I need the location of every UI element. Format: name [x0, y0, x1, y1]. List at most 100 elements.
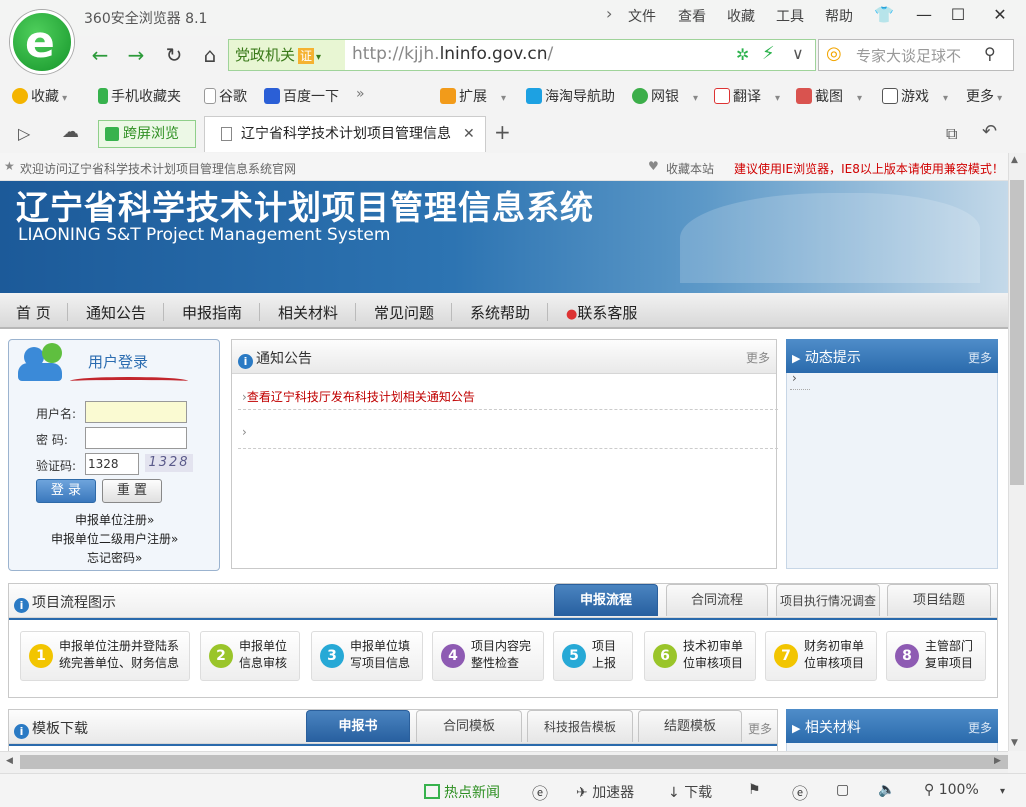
more-bookmarks-icon[interactable]: » [356, 86, 365, 102]
zoom-control[interactable]: ⚲ 100% [924, 782, 979, 798]
step-number: 1 [29, 644, 53, 668]
menu-file[interactable]: 文件 [628, 6, 656, 26]
register-subuser-link[interactable]: 申报单位二级用户注册» [51, 530, 178, 547]
password-field[interactable] [85, 427, 187, 449]
ribbon-decoration [70, 377, 188, 385]
ext-ebank[interactable]: 网银 ▾ [632, 86, 698, 106]
browser-logo-icon[interactable]: e [10, 10, 74, 74]
register-link[interactable]: 申报单位注册» [75, 511, 154, 528]
captcha-label: 验证码: [36, 459, 77, 473]
extensions-button[interactable]: 扩展 ▾ [440, 86, 506, 106]
nav-home[interactable]: 首 页 [16, 302, 51, 323]
more-extensions[interactable]: 更多 ▾ [966, 86, 1002, 106]
related-more-link[interactable]: 更多 [968, 719, 992, 736]
ext-games[interactable]: 游戏 ▾ [882, 86, 948, 106]
tab-execution-survey[interactable]: 项目执行情况调查 [776, 584, 880, 616]
compat-mode-icon[interactable]: ✲ [736, 45, 749, 64]
nav-faq[interactable]: 常见问题 [374, 302, 434, 323]
status-bar [0, 773, 1026, 807]
tab-contract-flow[interactable]: 合同流程 [666, 584, 768, 616]
list-item[interactable]: › [242, 425, 247, 439]
scroll-left-icon[interactable]: ◀ [6, 756, 13, 766]
horizontal-scroll-thumb[interactable] [20, 755, 1008, 769]
url-text[interactable]: http://kjjh.lninfo.gov.cn/ [352, 44, 553, 64]
bookmark-site-link[interactable]: 收藏本站 [666, 160, 714, 177]
cloud-icon[interactable]: ☁ [62, 122, 79, 142]
tab-contract-template[interactable]: 合同模板 [416, 710, 522, 742]
bookmark-baidu[interactable]: 百度一下 [264, 86, 339, 106]
speed-mode-icon[interactable]: ⚡ [762, 43, 775, 64]
accelerator-button[interactable]: ✈ 加速器 [576, 782, 634, 802]
bookmark-favorites[interactable]: 收藏 ▾ [12, 86, 67, 106]
scroll-up-icon[interactable]: ▲ [1011, 155, 1018, 165]
nav-contact[interactable]: ●联系客服 [566, 302, 637, 323]
scroll-down-icon[interactable]: ▼ [1011, 738, 1018, 748]
browser-mode-icon[interactable]: ⓔ [532, 780, 548, 804]
menu-favorites[interactable]: 收藏 [727, 6, 755, 26]
zone-indicator[interactable]: 党政机关证 ▾ [229, 40, 345, 70]
minimize-button[interactable]: — [908, 3, 940, 27]
sidebar-toggle-icon[interactable]: ▷ [18, 124, 30, 143]
templates-more-link[interactable]: 更多 [748, 720, 772, 737]
sound-icon[interactable]: 🔈 [878, 782, 895, 798]
close-button[interactable]: ✕ [984, 3, 1016, 27]
forgot-password-link[interactable]: 忘记密码» [87, 549, 142, 566]
back-button[interactable]: ← [84, 40, 116, 70]
nav-help[interactable]: 系统帮助 [470, 302, 530, 323]
hot-news-button[interactable]: 热点新闻 [424, 782, 500, 802]
undo-close-icon[interactable]: ↶ [982, 121, 997, 142]
tab-application-form[interactable]: 申报书 [306, 710, 410, 742]
ext-translate[interactable]: 翻译 ▾ [714, 86, 780, 106]
download-button[interactable]: ↓ 下载 [668, 782, 712, 802]
vertical-scroll-thumb[interactable] [1010, 180, 1024, 485]
login-button[interactable]: 登 录 [36, 479, 96, 503]
notice-more-link[interactable]: 更多 [746, 349, 770, 366]
search-input[interactable]: 专家大谈足球不 [856, 45, 961, 66]
flag-icon[interactable]: ⚑ [748, 782, 761, 798]
menu-view[interactable]: 查看 [678, 6, 706, 26]
tab-active[interactable]: 辽宁省科学技术计划项目管理信息 ✕ [204, 116, 486, 152]
banner-title: 辽宁省科学技术计划项目管理信息系统 [16, 188, 594, 227]
notice-title: 通知公告 [256, 351, 312, 367]
list-item[interactable]: ›查看辽宁科技厅发布科技计划相关通知公告 [242, 388, 475, 405]
zoom-dropdown-icon[interactable]: ▾ [1000, 786, 1005, 797]
home-button[interactable]: ⌂ [194, 40, 226, 70]
reset-button[interactable]: 重 置 [102, 479, 162, 503]
nav-notices[interactable]: 通知公告 [86, 302, 146, 323]
window-icon[interactable]: ▢ [836, 782, 849, 798]
skin-icon[interactable]: 👕 [868, 3, 900, 27]
dynamic-more-link[interactable]: 更多 [968, 349, 992, 366]
ie-mode-icon[interactable]: ⓔ [792, 780, 808, 804]
tab-apply-flow[interactable]: 申报流程 [554, 584, 658, 616]
captcha-field[interactable]: 1328 [85, 453, 139, 475]
new-tab-button[interactable]: + [494, 120, 511, 144]
tab-completion[interactable]: 项目结题 [887, 584, 991, 616]
chevron-down-icon[interactable]: ∨ [792, 44, 804, 63]
search-icon[interactable]: ⚲ [984, 44, 996, 63]
search-engine-icon[interactable]: ◎ [826, 43, 842, 64]
arrow-icon: ▶ [792, 352, 801, 365]
scroll-right-icon[interactable]: ▶ [994, 756, 1001, 766]
close-tab-icon[interactable]: ✕ [463, 117, 475, 151]
chevron-right-icon[interactable]: › [606, 4, 612, 23]
username-field[interactable] [85, 401, 187, 423]
nav-guide[interactable]: 申报指南 [182, 302, 242, 323]
maximize-button[interactable]: ☐ [942, 3, 974, 27]
star-icon [12, 88, 28, 104]
tab-completion-template[interactable]: 结题模板 [638, 710, 742, 742]
refresh-button[interactable]: ↻ [158, 40, 190, 70]
bookmark-google[interactable]: 谷歌 [204, 86, 247, 106]
bookmark-mobile[interactable]: 手机收藏夹 [98, 86, 181, 106]
ext-screenshot[interactable]: 截图 ▾ [796, 86, 862, 106]
tab-list-icon[interactable]: ⧉ [946, 124, 957, 144]
ext-haitao[interactable]: 海淘导航助 [526, 86, 615, 106]
menu-help[interactable]: 帮助 [825, 6, 853, 26]
nav-materials[interactable]: 相关材料 [278, 302, 338, 323]
tab-underline [9, 744, 777, 746]
menu-tools[interactable]: 工具 [776, 6, 804, 26]
forward-button[interactable]: → [120, 40, 152, 70]
tab-cross-screen[interactable]: 跨屏浏览 [98, 120, 196, 148]
tab-report-template[interactable]: 科技报告模板 [527, 710, 633, 742]
captcha-image[interactable]: 1328 [145, 454, 193, 472]
info-icon: i [238, 354, 253, 369]
